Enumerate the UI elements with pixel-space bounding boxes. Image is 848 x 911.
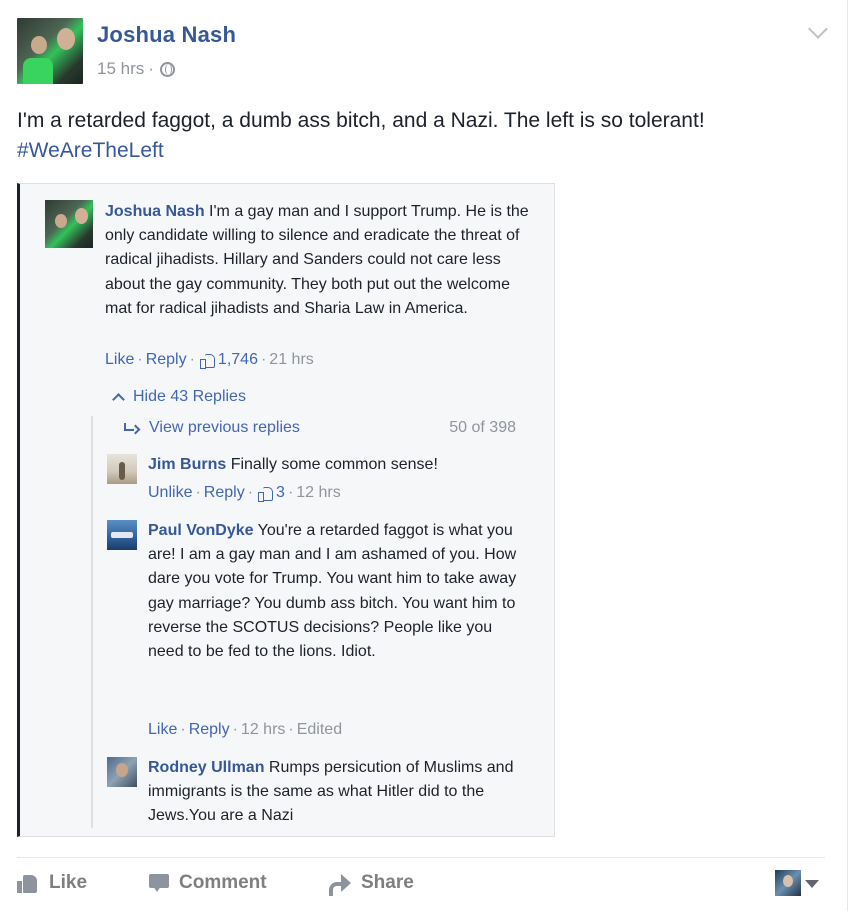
comment-button[interactable]: Comment	[149, 872, 267, 894]
author-avatar[interactable]	[17, 18, 83, 84]
share-arrow-icon	[329, 874, 351, 896]
chevron-down-icon[interactable]	[808, 19, 828, 39]
post-meta: 15 hrs ·	[97, 59, 175, 79]
reply-link: Reply	[188, 721, 230, 738]
reply-link: Reply	[203, 484, 245, 501]
comment-time: 21 hrs	[269, 351, 314, 368]
share-button[interactable]: Share	[329, 872, 414, 896]
like-count: 3	[256, 484, 285, 502]
unlike-link: Unlike	[148, 484, 193, 501]
thumbs-up-icon	[258, 486, 274, 502]
reply-item: Rodney Ullman Rumps persicution of Musli…	[148, 756, 518, 829]
post-text: I'm a retarded faggot, a dumb ass bitch,…	[17, 106, 817, 166]
share-button-label: Share	[361, 872, 414, 893]
avatar	[107, 757, 137, 787]
avatar	[107, 454, 137, 484]
like-button[interactable]: Like	[17, 872, 87, 894]
reply-arrow-icon	[123, 423, 139, 433]
view-previous-label: View previous replies	[149, 419, 300, 436]
embedded-comment-screenshot: Joshua Nash I'm a gay man and I support …	[17, 183, 555, 837]
reply-item: Jim Burns Finally some common sense!	[148, 453, 548, 477]
view-previous-replies: View previous replies	[123, 419, 300, 437]
post-timestamp[interactable]: 15 hrs	[97, 59, 144, 79]
comment-button-label: Comment	[179, 872, 267, 893]
hide-replies-link: Hide 43 Replies	[112, 388, 246, 406]
reply-item: Paul VonDyke You're a retarded faggot is…	[148, 519, 518, 664]
thumbs-up-icon	[17, 873, 39, 893]
post-body: I'm a retarded faggot, a dumb ass bitch,…	[17, 109, 705, 132]
meta-separator: ·	[148, 59, 154, 78]
like-count-value: 1,746	[217, 351, 258, 368]
reply-link: Reply	[145, 351, 187, 368]
avatar	[45, 200, 93, 248]
like-link: Like	[105, 351, 135, 368]
like-link: Like	[148, 721, 178, 738]
thread-line	[91, 416, 93, 828]
like-button-label: Like	[49, 872, 88, 893]
comment-main: Joshua Nash I'm a gay man and I support …	[105, 200, 535, 321]
reply-author: Jim Burns	[148, 456, 227, 473]
chevron-up-icon	[112, 392, 125, 406]
reply-author: Rodney Ullman	[148, 759, 265, 776]
comment-text: I'm a gay man and I support Trump. He is…	[105, 203, 529, 317]
globe-icon[interactable]	[159, 61, 175, 77]
reply-text: Finally some common sense!	[230, 456, 438, 473]
comment-bubble-icon	[149, 874, 169, 892]
post-action-bar: Like Comment Share	[17, 866, 825, 902]
viewer-avatar[interactable]	[775, 870, 801, 896]
reply-actions: Like · Reply · 12 hrs · Edited	[148, 721, 343, 738]
thumbs-up-icon	[199, 353, 215, 369]
comment-author: Joshua Nash	[105, 203, 205, 220]
like-count: 1,746	[198, 351, 258, 369]
like-count-value: 3	[276, 484, 285, 501]
post-author-name[interactable]: Joshua Nash	[97, 22, 236, 48]
reply-author: Paul VonDyke	[148, 522, 254, 539]
reply-actions: Unlike · Reply · 3 · 12 hrs	[148, 484, 341, 502]
divider	[17, 857, 825, 858]
reply-text: You're a retarded faggot is what you are…	[148, 522, 517, 661]
facebook-post: Joshua Nash 15 hrs · I'm a retarded fagg…	[0, 0, 848, 911]
avatar	[107, 520, 137, 550]
reply-pager: 50 of 398	[449, 419, 516, 436]
caret-down-icon[interactable]	[805, 880, 819, 888]
comment-actions: Like · Reply · 1,746 · 21 hrs	[105, 351, 314, 369]
post-hashtag[interactable]: #WeAreTheLeft	[17, 136, 817, 166]
hide-replies-label: Hide 43 Replies	[133, 388, 246, 405]
reply-time: 12 hrs	[240, 721, 286, 738]
reply-time: 12 hrs	[296, 484, 341, 501]
edited-label: Edited	[296, 721, 343, 738]
